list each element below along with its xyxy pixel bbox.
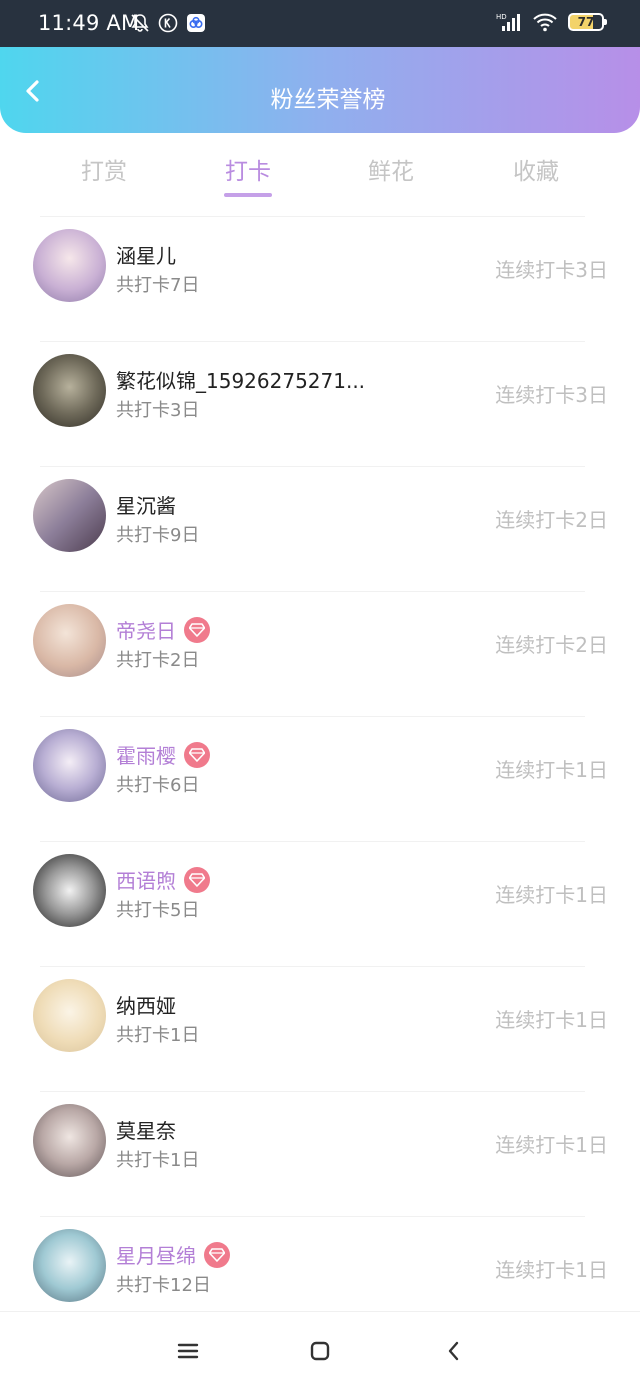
system-nav-bar (0, 1311, 640, 1387)
total-checkin: 共打卡12日 (116, 1275, 211, 1296)
total-checkin: 共打卡9日 (116, 525, 200, 546)
active-tab-indicator (224, 193, 272, 197)
tab-bar: 打赏 打卡 鲜花 收藏 (0, 142, 640, 202)
k-app-icon (158, 13, 178, 33)
status-bar: 11:49 AM HD 77 (0, 0, 640, 47)
name-row: 星月昼绵 (116, 1240, 230, 1269)
fan-name: 繁花似锦_15926275271... (116, 369, 366, 393)
status-left-icons (130, 13, 206, 33)
streak-checkin: 连续打卡1日 (495, 1133, 608, 1157)
streak-checkin: 连续打卡1日 (495, 1008, 608, 1032)
avatar[interactable] (33, 604, 106, 677)
avatar[interactable] (33, 229, 106, 302)
diamond-icon (209, 1247, 225, 1262)
name-row: 帝尧日 (116, 615, 210, 644)
list-item[interactable]: 莫星奈 共打卡1日 连续打卡1日 (0, 1091, 640, 1216)
cloud-app-icon (187, 14, 205, 32)
total-checkin: 共打卡2日 (116, 650, 200, 671)
streak-checkin: 连续打卡2日 (495, 508, 608, 532)
list-item[interactable]: 繁花似锦_15926275271... 共打卡3日 连续打卡3日 (0, 341, 640, 466)
avatar[interactable] (33, 479, 106, 552)
name-row: 繁花似锦_15926275271... (116, 365, 365, 394)
streak-checkin: 连续打卡1日 (495, 883, 608, 907)
tab-favorites[interactable]: 收藏 (476, 152, 596, 186)
list-item[interactable]: 帝尧日 共打卡2日 连续打卡2日 (0, 591, 640, 716)
vip-badge (184, 741, 210, 768)
total-checkin: 共打卡6日 (116, 775, 200, 796)
streak-checkin: 连续打卡3日 (495, 258, 608, 282)
status-right-icons: HD 77 (496, 12, 607, 32)
signal-icon: HD (496, 13, 520, 31)
fan-name: 纳西娅 (116, 994, 176, 1018)
fan-name: 星沉酱 (116, 494, 176, 518)
vip-badge (184, 616, 210, 643)
app-root: 11:49 AM HD 77 粉丝荣誉榜 打赏 打卡 鲜花 收藏 涵星儿 共打卡… (0, 0, 640, 1387)
home-square-icon[interactable] (307, 1338, 333, 1364)
avatar[interactable] (33, 979, 106, 1052)
list-item[interactable]: 星沉酱 共打卡9日 连续打卡2日 (0, 466, 640, 591)
name-row: 涵星儿 (116, 240, 176, 269)
streak-checkin: 连续打卡2日 (495, 633, 608, 657)
list-item[interactable]: 涵星儿 共打卡7日 连续打卡3日 (0, 216, 640, 341)
name-row: 纳西娅 (116, 990, 176, 1019)
total-checkin: 共打卡3日 (116, 400, 200, 421)
back-icon[interactable] (441, 1338, 467, 1364)
vip-badge (184, 866, 210, 893)
streak-checkin: 连续打卡1日 (495, 758, 608, 782)
status-time: 11:49 AM (38, 11, 140, 35)
diamond-icon (189, 622, 205, 637)
fan-name: 涵星儿 (116, 244, 176, 268)
mute-bell-icon (131, 14, 149, 32)
avatar[interactable] (33, 1104, 106, 1177)
fan-list: 涵星儿 共打卡7日 连续打卡3日 繁花似锦_15926275271... 共打卡… (0, 216, 640, 1341)
tab-flowers[interactable]: 鲜花 (331, 152, 451, 186)
list-item[interactable]: 西语煦 共打卡5日 连续打卡1日 (0, 841, 640, 966)
tab-reward[interactable]: 打赏 (44, 152, 164, 186)
total-checkin: 共打卡5日 (116, 900, 200, 921)
battery-indicator: 77 (568, 13, 607, 31)
menu-icon[interactable] (175, 1338, 201, 1364)
name-row: 西语煦 (116, 865, 210, 894)
streak-checkin: 连续打卡1日 (495, 1258, 608, 1282)
name-row: 霍雨樱 (116, 740, 210, 769)
list-item[interactable]: 霍雨樱 共打卡6日 连续打卡1日 (0, 716, 640, 841)
avatar[interactable] (33, 854, 106, 927)
avatar[interactable] (33, 354, 106, 427)
fan-name: 霍雨樱 (116, 744, 176, 768)
diamond-icon (189, 872, 205, 887)
wifi-icon (533, 13, 557, 32)
name-row: 星沉酱 (116, 490, 176, 519)
fan-name: 帝尧日 (116, 619, 176, 643)
avatar[interactable] (33, 729, 106, 802)
svg-text:HD: HD (496, 13, 507, 21)
total-checkin: 共打卡1日 (116, 1150, 200, 1171)
header-bar: 粉丝荣誉榜 (0, 47, 640, 133)
list-item[interactable]: 纳西娅 共打卡1日 连续打卡1日 (0, 966, 640, 1091)
fan-name: 星月昼绵 (116, 1244, 196, 1268)
tab-checkin[interactable]: 打卡 (188, 152, 308, 186)
page-title: 粉丝荣誉榜 (270, 87, 386, 113)
vip-badge (204, 1241, 230, 1268)
diamond-icon (189, 747, 205, 762)
streak-checkin: 连续打卡3日 (495, 383, 608, 407)
total-checkin: 共打卡1日 (116, 1025, 200, 1046)
total-checkin: 共打卡7日 (116, 275, 200, 296)
fan-name: 西语煦 (116, 869, 176, 893)
name-row: 莫星奈 (116, 1115, 176, 1144)
fan-name: 莫星奈 (116, 1119, 176, 1143)
avatar[interactable] (33, 1229, 106, 1302)
